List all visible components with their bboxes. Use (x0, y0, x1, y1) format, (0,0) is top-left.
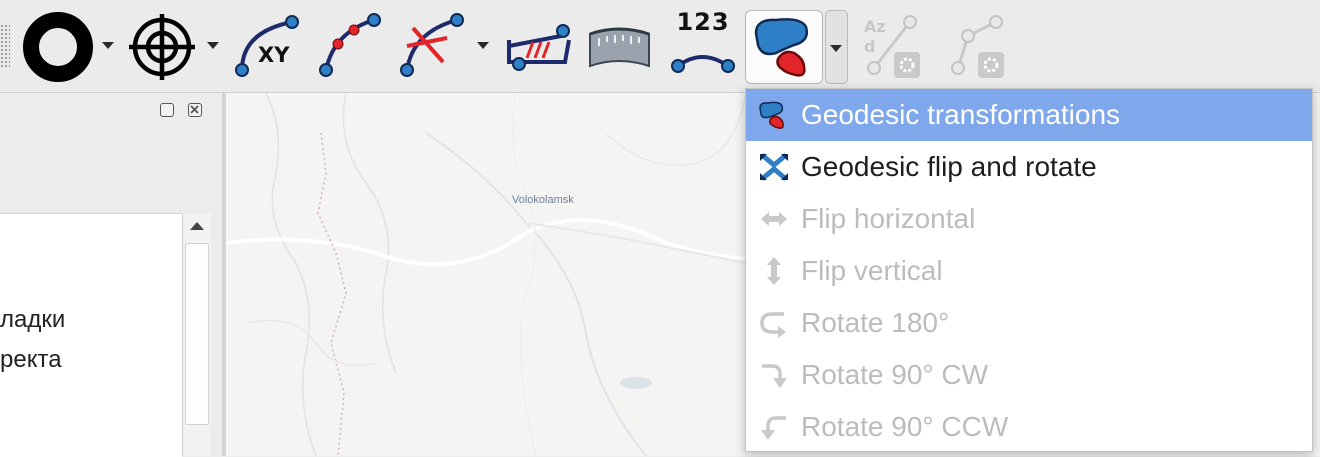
left-dock-panel: ладки ректа (0, 93, 222, 457)
geodesic-measure-icon (589, 27, 650, 68)
map-city-label: Volokolamsk (512, 194, 574, 206)
menu-item-flip-vertical[interactable]: Flip vertical (746, 245, 1312, 297)
menu-item-label: Flip vertical (801, 255, 943, 286)
transformations-menu: Geodesic transformations Geodesic flip a… (745, 88, 1313, 452)
menu-item-label: Rotate 90° CCW (801, 411, 1009, 442)
geodesic-transformations-button[interactable] (745, 10, 823, 84)
panel-text-line-2: ректа (0, 346, 62, 373)
scrollbar-thumb[interactable] (185, 243, 209, 425)
line-break-dropdown-arrow[interactable] (477, 42, 489, 49)
geodesic-shape-break-icon (507, 24, 571, 71)
menu-item-geodesic-flip-rotate[interactable]: Geodesic flip and rotate (746, 141, 1312, 193)
toolbar: XY 123 Az d (0, 0, 1320, 93)
menu-item-label: Geodesic flip and rotate (801, 151, 1097, 182)
toolbar-grip[interactable] (0, 24, 10, 68)
chevron-down-icon (830, 45, 842, 52)
menu-item-rotate-180[interactable]: Rotate 180° (746, 297, 1312, 349)
geodesic-transformations-icon (754, 18, 808, 77)
menu-item-label: Rotate 90° CW (801, 359, 989, 390)
geodesic-line-break-button[interactable] (397, 6, 469, 86)
d-label: d (864, 37, 875, 56)
az-label: Az (864, 17, 886, 36)
flip-rotate-icon (760, 153, 788, 181)
panel-content: ладки ректа (0, 213, 182, 457)
close-panel-icon[interactable] (188, 103, 202, 117)
menu-item-label: Geodesic transformations (801, 99, 1121, 130)
flip-horizontal-icon (761, 212, 787, 226)
geodesic-transformations-dropdown[interactable] (825, 10, 848, 84)
geodesic-line-xy-button[interactable]: XY (234, 6, 304, 86)
menu-item-geodesic-transformations[interactable]: Geodesic transformations (746, 89, 1312, 141)
flip-vertical-icon (767, 257, 781, 285)
menu-item-rotate-90-ccw[interactable]: Rotate 90° CCW (746, 401, 1312, 453)
menu-item-flip-horizontal[interactable]: Flip horizontal (746, 193, 1312, 245)
menu-item-label: Flip horizontal (801, 203, 976, 234)
rotate-ccw-icon (761, 416, 786, 440)
geodesic-measure-button[interactable] (587, 6, 653, 86)
azimuth-distance-icon: Az d (864, 15, 920, 78)
menu-item-label: Rotate 180° (801, 307, 950, 338)
azimuth-distance-button[interactable]: Az d (860, 6, 926, 86)
geodesic-line-xy-icon: XY (235, 15, 299, 77)
ring-buffer-button[interactable] (22, 10, 94, 90)
line-settings-button[interactable] (944, 6, 1010, 86)
attributes-123-label: 123 (676, 8, 730, 36)
crosshair-point-icon (129, 14, 195, 80)
geodesic-line-attributes-button[interactable]: 123 (670, 6, 736, 86)
crosshair-dropdown-arrow[interactable] (207, 42, 219, 49)
geodesic-densify-icon (319, 13, 381, 77)
menu-item-rotate-90-cw[interactable]: Rotate 90° CW (746, 349, 1312, 401)
scroll-up-arrow-icon[interactable] (183, 213, 211, 239)
vertical-scrollbar[interactable] (182, 213, 211, 456)
panel-text-line-1: ладки (0, 306, 66, 333)
rotate-cw-icon (762, 364, 787, 388)
float-panel-icon[interactable] (160, 103, 174, 117)
ring-buffer-dropdown-arrow[interactable] (102, 42, 114, 49)
geodesic-densify-button[interactable] (316, 6, 386, 86)
line-settings-icon (951, 15, 1004, 78)
crosshair-point-button[interactable] (128, 10, 198, 90)
geodesic-shape-break-button[interactable] (503, 6, 575, 86)
rotate-180-icon (760, 312, 786, 338)
geodesic-line-break-icon (400, 13, 464, 77)
svg-text:XY: XY (258, 43, 290, 67)
geodesic-transformations-icon (759, 101, 784, 129)
ring-buffer-icon (23, 12, 93, 82)
